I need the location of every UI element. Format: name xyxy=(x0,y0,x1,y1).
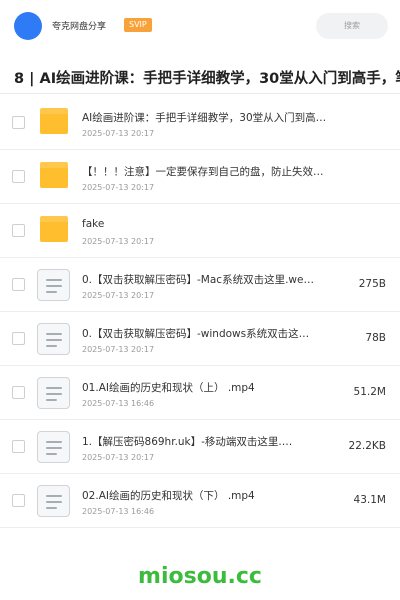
file-size: 22.2KB xyxy=(348,440,386,452)
file-name: 01.AI绘画的历史和现状（上） .mp4 xyxy=(82,382,255,394)
file-list: AI绘画进阶课：手把手详细教学，30堂从入门到高手… 2025-07-13 20… xyxy=(0,96,400,528)
file-name: 02.AI绘画的历史和现状（下） .mp4 xyxy=(82,490,255,502)
list-item[interactable]: 01.AI绘画的历史和现状（上） .mp4 2025-07-13 16:46 5… xyxy=(0,366,400,420)
page-title: 8 | AI绘画进阶课：手把手详细教学，30堂从入门到高手，笔 xyxy=(14,71,400,87)
user-name: 夸克网盘分享 xyxy=(52,22,107,32)
document-icon xyxy=(37,431,70,463)
search-input[interactable]: 搜索 xyxy=(316,13,388,39)
file-date: 2025-07-13 20:17 xyxy=(82,291,155,300)
file-size: 275B xyxy=(358,278,386,290)
folder-icon xyxy=(40,162,68,188)
file-date: 2025-07-13 20:17 xyxy=(82,453,155,462)
document-icon xyxy=(37,269,70,301)
document-icon xyxy=(37,485,70,517)
file-name: 【！！！注意】一定要保存到自己的盘，防止失效！！！ xyxy=(82,166,332,178)
file-size: 43.1M xyxy=(353,494,386,506)
file-size: 51.2M xyxy=(353,386,386,398)
file-date: 2025-07-13 20:17 xyxy=(82,237,155,246)
list-item[interactable]: fake 2025-07-13 20:17 xyxy=(0,204,400,258)
checkbox[interactable] xyxy=(12,494,25,507)
file-name: 0.【双击获取解压密码】-windows系统双击这… xyxy=(82,328,310,340)
folder-icon xyxy=(40,216,68,242)
svip-badge: SVIP xyxy=(124,18,152,32)
checkbox[interactable] xyxy=(12,170,25,183)
watermark: miosou.cc xyxy=(138,564,262,589)
checkbox[interactable] xyxy=(12,332,25,345)
list-item[interactable]: 1.【解压密码869hr.uk】-移动端双击这里.… 2025-07-13 20… xyxy=(0,420,400,474)
checkbox[interactable] xyxy=(12,224,25,237)
list-item[interactable]: 【！！！注意】一定要保存到自己的盘，防止失效！！！ 2025-07-13 20:… xyxy=(0,150,400,204)
title-bar: 8 | AI绘画进阶课：手把手详细教学，30堂从入门到高手，笔 xyxy=(0,60,400,94)
file-size: 78B xyxy=(365,332,386,344)
file-date: 2025-07-13 20:17 xyxy=(82,183,155,192)
header: 夸克网盘分享 SVIP 搜索 xyxy=(0,0,400,52)
checkbox[interactable] xyxy=(12,386,25,399)
folder-icon xyxy=(40,108,68,134)
document-icon xyxy=(37,377,70,409)
file-name: AI绘画进阶课：手把手详细教学，30堂从入门到高手… xyxy=(82,112,332,124)
file-name: 0.【双击获取解压密码】-Mac系统双击这里.we… xyxy=(82,274,314,286)
file-date: 2025-07-13 20:17 xyxy=(82,345,155,354)
file-name: 1.【解压密码869hr.uk】-移动端双击这里.… xyxy=(82,436,293,448)
file-date: 2025-07-13 20:17 xyxy=(82,129,155,138)
file-date: 2025-07-13 16:46 xyxy=(82,507,155,516)
document-icon xyxy=(37,323,70,355)
checkbox[interactable] xyxy=(12,278,25,291)
list-item[interactable]: AI绘画进阶课：手把手详细教学，30堂从入门到高手… 2025-07-13 20… xyxy=(0,96,400,150)
avatar[interactable] xyxy=(14,12,42,40)
checkbox[interactable] xyxy=(12,116,25,129)
file-date: 2025-07-13 16:46 xyxy=(82,399,155,408)
file-name: fake xyxy=(82,218,105,230)
checkbox[interactable] xyxy=(12,440,25,453)
list-item[interactable]: 02.AI绘画的历史和现状（下） .mp4 2025-07-13 16:46 4… xyxy=(0,474,400,528)
list-item[interactable]: 0.【双击获取解压密码】-windows系统双击这… 2025-07-13 20… xyxy=(0,312,400,366)
list-item[interactable]: 0.【双击获取解压密码】-Mac系统双击这里.we… 2025-07-13 20… xyxy=(0,258,400,312)
